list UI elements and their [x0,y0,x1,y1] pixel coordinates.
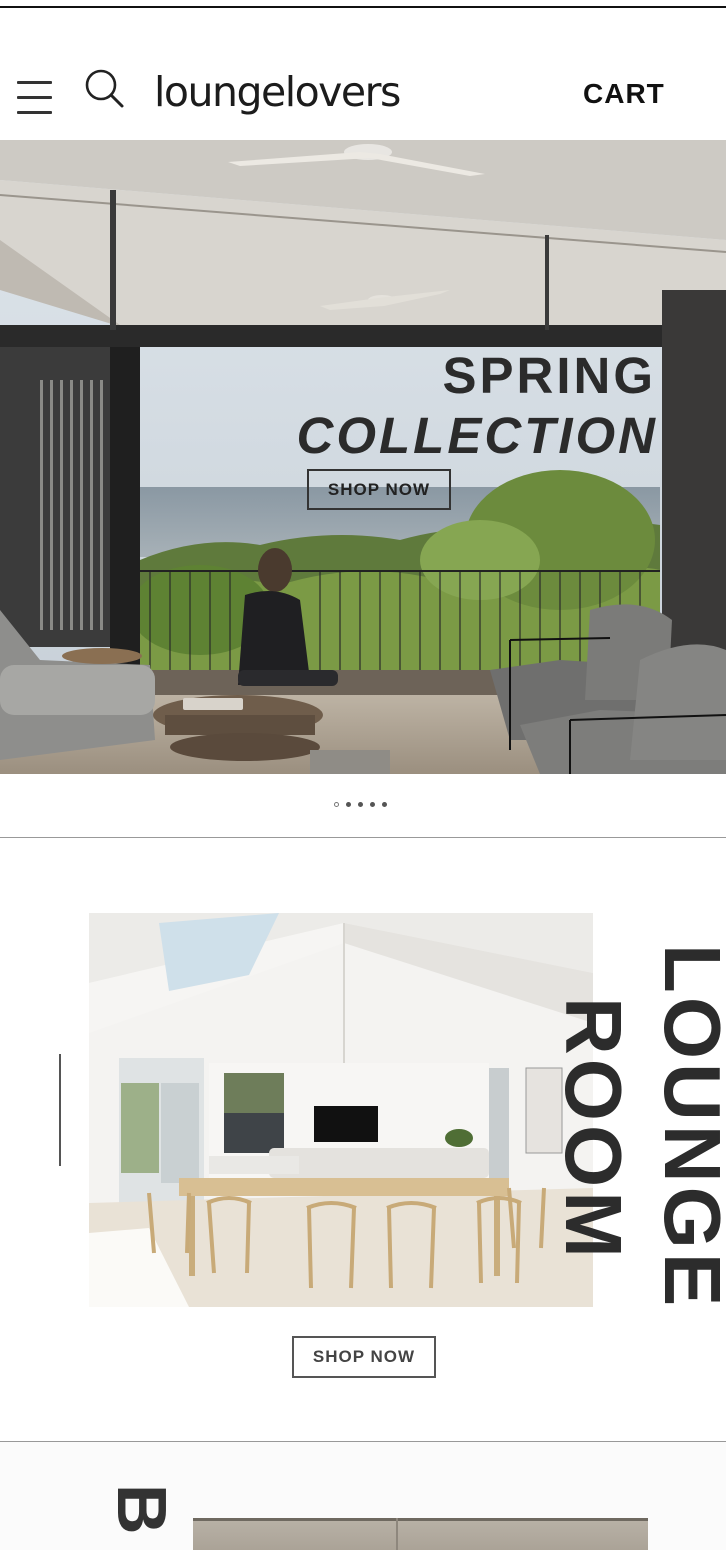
carousel-dot[interactable] [358,802,363,807]
carousel-dot[interactable] [334,802,339,807]
carousel-dot[interactable] [370,802,375,807]
search-icon[interactable] [84,68,126,110]
hero-title-line1: SPRING [442,347,656,404]
cart-link[interactable]: CART [583,78,665,110]
room-vertical-label: ROOM [549,997,638,1262]
hamburger-menu-icon[interactable] [17,81,52,115]
lounge-shop-now-button[interactable]: SHOP NOW [292,1336,436,1378]
decorative-vertical-line [59,1054,61,1166]
site-logo[interactable]: loungelovers [154,66,401,118]
hero-shop-now-button[interactable]: SHOP NOW [307,469,451,510]
carousel-dot[interactable] [346,802,351,807]
carousel-dot[interactable] [382,802,387,807]
carousel-dots [334,802,387,808]
lounge-vertical-label: LOUNGE [648,944,726,1311]
category-image[interactable] [193,1518,648,1550]
lounge-room-image[interactable] [89,913,593,1307]
hero-title-line2: COLLECTION [296,407,658,464]
category-vertical-label: B [103,1484,181,1535]
section-divider [0,837,726,838]
hero-banner: SPRING COLLECTION SHOP NOW [0,140,726,774]
site-header: loungelovers CART [0,8,726,140]
